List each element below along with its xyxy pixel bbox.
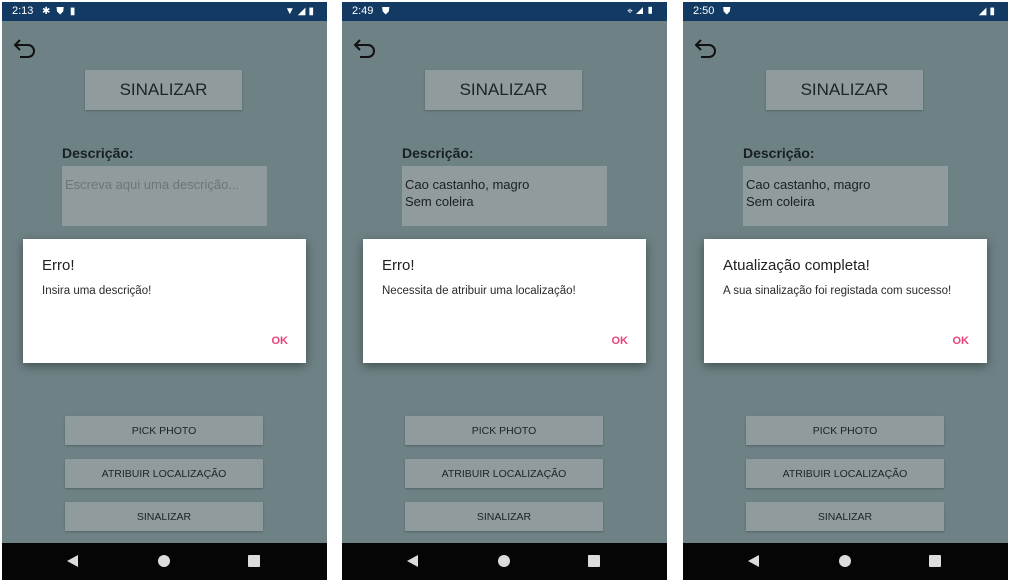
status-time: 2:50 <box>693 5 715 17</box>
shield-icon: ⛊ <box>56 6 70 17</box>
nav-back-icon[interactable] <box>748 555 759 567</box>
phone-screen-2: 2:49 ⛊ ⌖◢▮ SINALIZAR Descrição: Cao cast… <box>342 2 667 580</box>
sinalizar-title-button[interactable]: SINALIZAR <box>425 70 582 110</box>
dialog-title: Erro! <box>382 257 415 274</box>
status-time: 2:49 <box>352 5 374 17</box>
nav-home-icon[interactable] <box>498 555 510 567</box>
nav-bar <box>342 543 667 580</box>
description-input[interactable]: Cao castanho, magro Sem coleira <box>402 166 607 226</box>
battery-icon: ▮ <box>646 6 657 17</box>
shield-icon: ⛊ <box>723 6 737 17</box>
pick-photo-button[interactable]: PICK PHOTO <box>65 416 263 445</box>
nav-recents-icon[interactable] <box>248 555 260 567</box>
status-right-icons: ▼◢▮ <box>285 2 317 21</box>
sd-card-icon: ▮ <box>69 6 82 17</box>
nav-back-icon[interactable] <box>67 555 78 567</box>
shield-icon: ⛊ <box>382 6 396 17</box>
dialog-ok-button[interactable]: OK <box>612 335 629 347</box>
submit-button[interactable]: SINALIZAR <box>746 502 944 531</box>
description-input[interactable]: Escreva aqui uma descrição... <box>62 166 267 226</box>
status-left-icons: ⛊ <box>723 2 737 21</box>
nav-recents-icon[interactable] <box>588 555 600 567</box>
status-bar: 2:13 ✱⛊▮ ▼◢▮ <box>2 2 327 21</box>
nav-home-icon[interactable] <box>839 555 851 567</box>
sinalizar-title-button[interactable]: SINALIZAR <box>85 70 242 110</box>
error-dialog: Erro! Insira uma descrição! OK <box>23 239 306 363</box>
nav-recents-icon[interactable] <box>929 555 941 567</box>
submit-button[interactable]: SINALIZAR <box>65 502 263 531</box>
status-right-icons: ⌖◢▮ <box>627 2 657 21</box>
gear-icon: ✱ <box>42 6 57 17</box>
nav-bar <box>2 543 327 580</box>
nav-bar <box>683 543 1008 580</box>
dialog-title: Erro! <box>42 257 75 274</box>
sinalizar-title-button[interactable]: SINALIZAR <box>766 70 923 110</box>
pick-photo-button[interactable]: PICK PHOTO <box>405 416 603 445</box>
status-time: 2:13 <box>12 5 34 17</box>
pick-photo-button[interactable]: PICK PHOTO <box>746 416 944 445</box>
app-content: SINALIZAR Descrição: Cao castanho, magro… <box>342 21 667 543</box>
assign-location-button[interactable]: ATRIBUIR LOCALIZAÇÃO <box>746 459 944 488</box>
battery-icon: ▮ <box>308 6 317 17</box>
nav-back-icon[interactable] <box>407 555 418 567</box>
phone-screen-1: 2:13 ✱⛊▮ ▼◢▮ SINALIZAR Descrição: Escrev… <box>2 2 327 580</box>
dialog-title: Atualização completa! <box>723 257 870 274</box>
status-left-icons: ✱⛊▮ <box>42 2 81 21</box>
signal-icon: ◢ <box>635 6 647 17</box>
description-input[interactable]: Cao castanho, magro Sem coleira <box>743 166 948 226</box>
submit-button[interactable]: SINALIZAR <box>405 502 603 531</box>
dialog-ok-button[interactable]: OK <box>272 335 289 347</box>
phone-screen-3: 2:50 ⛊ ◢▮ SINALIZAR Descrição: Cao casta… <box>683 2 1008 580</box>
status-bar: 2:49 ⛊ ⌖◢▮ <box>342 2 667 21</box>
status-left-icons: ⛊ <box>382 2 396 21</box>
dialog-message: Necessita de atribuir uma localização! <box>382 285 576 297</box>
description-label: Descrição: <box>743 145 815 161</box>
error-dialog: Erro! Necessita de atribuir uma localiza… <box>363 239 646 363</box>
success-dialog: Atualização completa! A sua sinalização … <box>704 239 987 363</box>
wifi-icon: ▼ <box>284 6 298 17</box>
assign-location-button[interactable]: ATRIBUIR LOCALIZAÇÃO <box>65 459 263 488</box>
app-content: SINALIZAR Descrição: Cao castanho, magro… <box>683 21 1008 543</box>
battery-icon: ▮ <box>989 6 998 17</box>
undo-back-icon[interactable] <box>12 37 38 59</box>
description-label: Descrição: <box>402 145 474 161</box>
signal-icon: ◢ <box>978 6 990 17</box>
status-bar: 2:50 ⛊ ◢▮ <box>683 2 1008 21</box>
status-right-icons: ◢▮ <box>979 2 998 21</box>
location-icon: ⌖ <box>627 6 636 17</box>
assign-location-button[interactable]: ATRIBUIR LOCALIZAÇÃO <box>405 459 603 488</box>
signal-icon: ◢ <box>297 6 309 17</box>
dialog-message: Insira uma descrição! <box>42 285 152 297</box>
nav-home-icon[interactable] <box>158 555 170 567</box>
dialog-ok-button[interactable]: OK <box>953 335 970 347</box>
app-content: SINALIZAR Descrição: Escreva aqui uma de… <box>2 21 327 543</box>
dialog-message: A sua sinalização foi registada com suce… <box>723 285 952 297</box>
undo-back-icon[interactable] <box>693 37 719 59</box>
description-label: Descrição: <box>62 145 134 161</box>
undo-back-icon[interactable] <box>352 37 378 59</box>
